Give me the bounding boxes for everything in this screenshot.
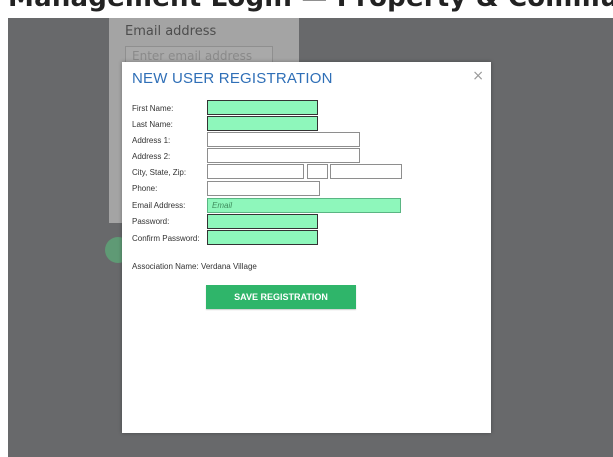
page-heading: Management Login — Property & Community … (8, 0, 613, 13)
password-field[interactable] (207, 214, 318, 229)
phone-field[interactable] (207, 181, 320, 196)
last-name-label: Last Name: (132, 120, 173, 129)
address1-label: Address 1: (132, 136, 171, 145)
registration-modal: NEW USER REGISTRATION × First Name: Last… (122, 62, 491, 433)
close-icon[interactable]: × (472, 69, 484, 83)
association-label: Association Name: (132, 262, 199, 271)
page-header: Management Login — Property & Community … (0, 0, 613, 18)
state-field[interactable] (307, 164, 328, 179)
save-registration-button[interactable]: SAVE REGISTRATION (206, 285, 356, 309)
zip-field[interactable] (330, 164, 402, 179)
modal-title: NEW USER REGISTRATION (132, 70, 333, 87)
email-label: Email address (125, 24, 217, 39)
last-name-field[interactable] (207, 116, 318, 131)
association-value: Verdana Village (200, 262, 257, 271)
phone-label: Phone: (132, 184, 158, 193)
address2-field[interactable] (207, 148, 360, 163)
city-state-zip-label: City, State, Zip: (132, 168, 187, 177)
address1-field[interactable] (207, 132, 360, 147)
confirm-password-label: Confirm Password: (132, 234, 200, 243)
city-field[interactable] (207, 164, 304, 179)
address2-label: Address 2: (132, 152, 171, 161)
password-label: Password: (132, 217, 170, 226)
association-row: Association Name: Verdana Village (132, 262, 257, 271)
first-name-field[interactable] (207, 100, 318, 115)
first-name-label: First Name: (132, 104, 174, 113)
email-address-label: Email Address: (132, 201, 186, 210)
email-field[interactable] (207, 198, 401, 213)
confirm-password-field[interactable] (207, 230, 318, 245)
